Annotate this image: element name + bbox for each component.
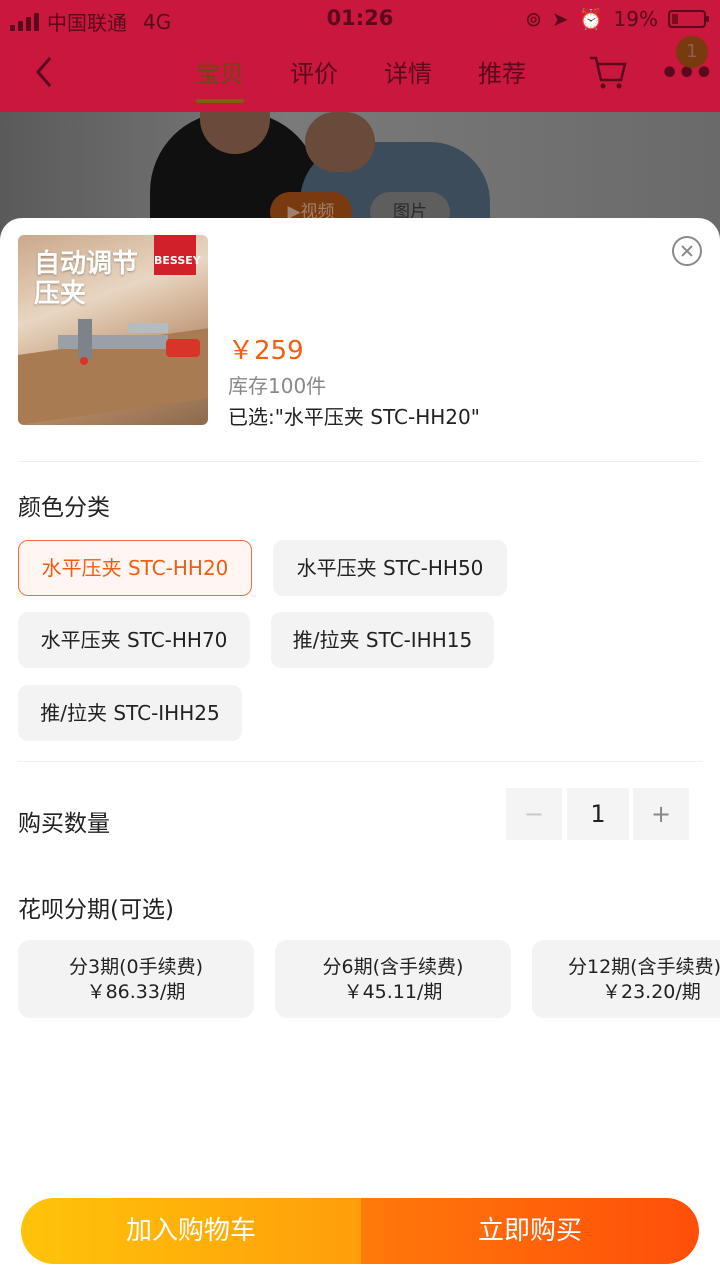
quantity-plus-button[interactable]: +	[633, 788, 689, 840]
thumb-title: 自动调节 压夹	[34, 249, 138, 309]
cart-icon[interactable]	[588, 52, 628, 92]
nav-tabs: 宝贝 评价 详情 推荐	[196, 54, 526, 103]
plan-period: 分12期(含手续费)	[568, 956, 720, 978]
color-option[interactable]: 水平压夹 STC-HH50	[273, 540, 507, 596]
tab-recommend[interactable]: 推荐	[478, 54, 526, 89]
installment-title: 花呗分期(可选)	[18, 897, 174, 923]
plan-amount: ￥86.33/期	[86, 981, 186, 1003]
quantity-minus-button[interactable]: −	[506, 788, 562, 840]
hero-person-head	[305, 112, 375, 172]
brand-logo: BESSEY	[154, 235, 201, 275]
status-bar: 中国联通 4G 01:26 ⊚ ➤ ⏰ 19%	[0, 0, 720, 38]
buy-now-button[interactable]: 立即购买	[361, 1198, 699, 1264]
nav-bar: 宝贝 评价 详情 推荐 ••• 1	[0, 36, 720, 103]
color-option[interactable]: 推/拉夹 STC-IHH25	[18, 685, 242, 741]
clamp-handle	[166, 339, 200, 357]
battery-icon	[668, 10, 709, 28]
add-to-cart-button[interactable]: 加入购物车	[21, 1198, 361, 1264]
back-icon[interactable]	[30, 52, 60, 92]
color-section-title: 颜色分类	[18, 495, 110, 521]
stock: 库存100件	[228, 374, 327, 398]
plan-period: 分3期(0手续费)	[68, 956, 203, 978]
plan-period: 分6期(含手续费)	[322, 956, 464, 978]
installment-plan[interactable]: 分12期(含手续费) ￥23.20/期	[532, 940, 720, 1018]
product-thumbnail[interactable]: 自动调节 压夹 BESSEY	[18, 235, 208, 425]
thumb-title-line: 压夹	[34, 279, 87, 309]
notification-badge: 1	[676, 36, 708, 68]
plan-amount: ￥23.20/期	[602, 981, 701, 1003]
quantity-title: 购买数量	[18, 811, 110, 837]
tab-details[interactable]: 详情	[384, 54, 432, 89]
alarm-icon: ⏰	[578, 7, 604, 31]
tab-item[interactable]: 宝贝	[196, 54, 244, 103]
sku-sheet: 自动调节 压夹 BESSEY ￥259 库存100件 已选:"水平压夹 STC-…	[0, 218, 720, 1280]
battery-fill	[672, 14, 678, 24]
plan-amount: ￥45.11/期	[343, 981, 443, 1003]
status-right: ⊚ ➤ ⏰ 19%	[525, 7, 709, 31]
installment-plan[interactable]: 分6期(含手续费) ￥45.11/期	[275, 940, 511, 1018]
thumb-title-line: 自动调节	[34, 249, 139, 279]
tab-reviews[interactable]: 评价	[290, 54, 338, 89]
battery-percent: 19%	[613, 7, 658, 31]
color-option[interactable]: 推/拉夹 STC-IHH15	[271, 612, 494, 668]
quantity-value[interactable]: 1	[567, 788, 629, 840]
page-header: 中国联通 4G 01:26 ⊚ ➤ ⏰ 19% 宝贝 评价 详情 推荐 •••	[0, 0, 720, 112]
divider	[18, 461, 702, 462]
color-option[interactable]: 水平压夹 STC-HH70	[18, 612, 250, 668]
installment-plan[interactable]: 分3期(0手续费) ￥86.33/期	[18, 940, 254, 1018]
divider	[18, 761, 702, 762]
location-icon: ➤	[551, 7, 569, 31]
price: ￥259	[228, 336, 304, 366]
selected-summary: 已选:"水平压夹 STC-HH20"	[228, 405, 480, 429]
close-button[interactable]	[672, 236, 702, 266]
rotation-lock-icon: ⊚	[525, 7, 542, 31]
color-option[interactable]: 水平压夹 STC-HH20	[18, 540, 252, 596]
